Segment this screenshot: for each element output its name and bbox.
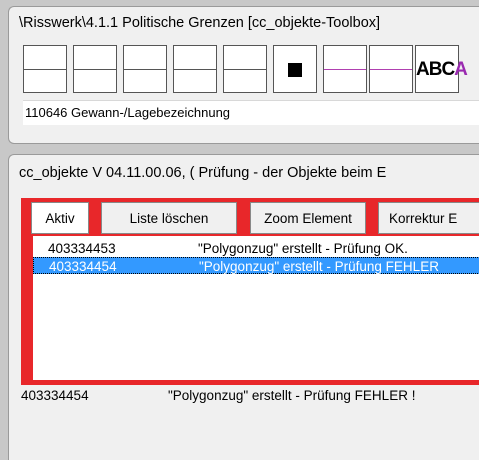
toolbox-status-field: 110646 Gewann-/Lagebezeichnung [23,100,479,125]
list-item[interactable]: 403334453 "Polygonzug" erstellt - Prüfun… [33,240,479,257]
line-style-swatch[interactable] [323,45,367,93]
liste-loeschen-button[interactable]: Liste löschen [101,202,237,234]
line-style-swatch[interactable] [173,45,217,93]
abc-label: ABC [416,59,455,80]
black-square-icon [288,63,302,77]
toolbox-window: \Risswerk\4.1.1 Politische Grenzen [cc_o… [8,6,479,144]
detail-panel: 403334454 "Polygonzug" erstellt - Prüfun… [21,383,479,460]
detail-message: "Polygonzug" erstellt - Prüfung FEHLER ! [168,388,416,403]
line-style-swatch[interactable] [223,45,267,93]
list-item-id: 403334454 [49,259,117,274]
cc-objekte-window: cc_objekte V 04.11.00.06, ( Prüfung - de… [8,154,479,460]
list-item-selected[interactable]: 403334454 "Polygonzug" erstellt - Prüfun… [33,257,479,274]
line-style-swatch[interactable] [23,45,67,93]
result-list[interactable]: 403334453 "Polygonzug" erstellt - Prüfun… [33,236,479,380]
zoom-element-button[interactable]: Zoom Element [250,202,366,234]
korrektur-button[interactable]: Korrektur E [378,202,479,234]
aktiv-button[interactable]: Aktiv [31,202,89,234]
line-style-swatch[interactable] [123,45,167,93]
list-item-message: "Polygonzug" erstellt - Prüfung FEHLER [199,259,439,274]
fill-swatch[interactable] [273,45,317,93]
line-style-swatch[interactable] [369,45,413,93]
list-item-id: 403334453 [48,241,116,256]
cc-window-title: cc_objekte V 04.11.00.06, ( Prüfung - de… [19,165,387,181]
abc-extra-label: A [454,59,468,80]
line-style-swatch[interactable] [73,45,117,93]
detail-id: 403334454 [21,388,89,403]
text-style-swatch[interactable]: ABCA [415,45,468,93]
toolbox-title: \Risswerk\4.1.1 Politische Grenzen [cc_o… [19,15,381,31]
list-item-message: "Polygonzug" erstellt - Prüfung OK. [198,241,408,256]
